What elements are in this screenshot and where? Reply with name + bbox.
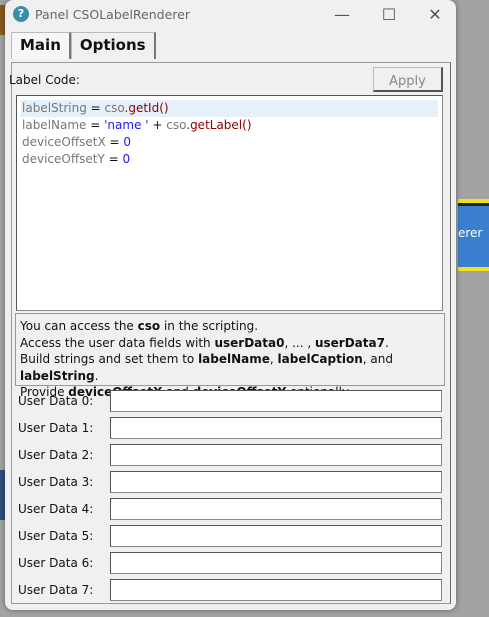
apply-button[interactable]: Apply (373, 67, 443, 92)
code-token: deviceOffsetY (22, 152, 105, 166)
code-token: cso (104, 101, 125, 115)
code-token: 0 (123, 135, 132, 149)
help-text-segment: , and (362, 352, 393, 366)
maximize-button[interactable]: ☐ (374, 4, 404, 26)
code-token: 'name ' (104, 118, 149, 132)
user-data-row: User Data 1: (18, 417, 442, 439)
help-text-segment: userData0 (214, 335, 285, 350)
code-line[interactable]: labelString = cso.getId() (21, 100, 438, 117)
code-line[interactable]: deviceOffsetY = 0 (21, 151, 438, 168)
tab-bar: Main Options (11, 32, 156, 59)
label-code-heading: Label Code: (9, 73, 80, 87)
code-token: 0 (122, 152, 131, 166)
help-text-segment: labelCaption (277, 352, 363, 366)
user-data-label: User Data 5: (18, 529, 94, 543)
user-data-7-input[interactable] (110, 579, 442, 601)
window-title: Panel CSOLabelRenderer (35, 6, 190, 22)
help-text-segment: cso (137, 319, 161, 333)
user-data-label: User Data 2: (18, 448, 94, 462)
user-data-row: User Data 6: (18, 552, 442, 574)
user-data-row: User Data 3: (18, 471, 442, 493)
code-token: .getLabel() (186, 118, 252, 132)
user-data-1-input[interactable] (110, 417, 442, 439)
help-text-segment: , ... , (284, 335, 315, 350)
help-text-segment: . (384, 335, 389, 350)
code-editor[interactable]: labelString = cso.getId() labelName = 'na… (16, 95, 443, 311)
help-text-segment: Build strings and set them to (20, 352, 199, 366)
code-token: + (148, 118, 167, 132)
code-token: = (104, 152, 123, 166)
help-line: Access the user data fields with userDat… (20, 335, 440, 352)
user-data-6-input[interactable] (110, 552, 442, 574)
code-token: cso (166, 118, 187, 132)
user-data-0-input[interactable] (110, 390, 442, 412)
help-text: You can access the cso in the scripting.… (15, 313, 445, 399)
close-button[interactable]: ✕ (420, 4, 450, 26)
code-token: labelName (22, 118, 87, 132)
user-data-row: User Data 4: (18, 498, 442, 520)
code-token: = (86, 118, 105, 132)
code-token: labelString (22, 101, 87, 115)
code-token: = (86, 101, 105, 115)
help-text-segment: in the scripting. (160, 319, 259, 333)
code-token: deviceOffsetX (22, 135, 106, 149)
user-data-4-input[interactable] (110, 498, 442, 520)
help-text-segment: , (269, 352, 278, 366)
code-line[interactable]: deviceOffsetX = 0 (21, 134, 438, 151)
help-text-segment: userData7 (314, 335, 385, 350)
help-line: You can access the cso in the scripting. (20, 318, 440, 335)
help-line: Build strings and set them to labelName,… (20, 351, 440, 384)
code-line[interactable]: labelName = 'name ' + cso.getLabel() (21, 117, 438, 134)
user-data-label: User Data 1: (18, 421, 94, 435)
user-data-row: User Data 0: (18, 390, 442, 412)
help-text-segment: labelName (198, 352, 270, 366)
minimize-button[interactable]: — (327, 4, 357, 26)
user-data-row: User Data 2: (18, 444, 442, 466)
user-data-row: User Data 5: (18, 525, 442, 547)
code-token: = (105, 135, 124, 149)
background-button[interactable]: erer (458, 199, 489, 271)
help-text-segment: Access the user data fields with (20, 335, 215, 350)
help-text-segment: . (94, 368, 99, 383)
tab-options[interactable]: Options (70, 32, 156, 59)
user-data-5-input[interactable] (110, 525, 442, 547)
title-bar: ? Panel CSOLabelRenderer (13, 6, 190, 22)
user-data-label: User Data 7: (18, 583, 94, 597)
user-data-3-input[interactable] (110, 471, 442, 493)
user-data-label: User Data 0: (18, 394, 94, 408)
user-data-2-input[interactable] (110, 444, 442, 466)
user-data-label: User Data 6: (18, 556, 94, 570)
app-icon: ? (13, 6, 29, 22)
code-token: .getId() (124, 101, 169, 115)
user-data-row: User Data 7: (18, 579, 442, 601)
user-data-label: User Data 4: (18, 502, 94, 516)
help-text-segment: labelString (20, 368, 95, 383)
user-data-label: User Data 3: (18, 475, 94, 489)
help-text-segment: You can access the (20, 319, 138, 333)
tab-main[interactable]: Main (11, 32, 71, 59)
